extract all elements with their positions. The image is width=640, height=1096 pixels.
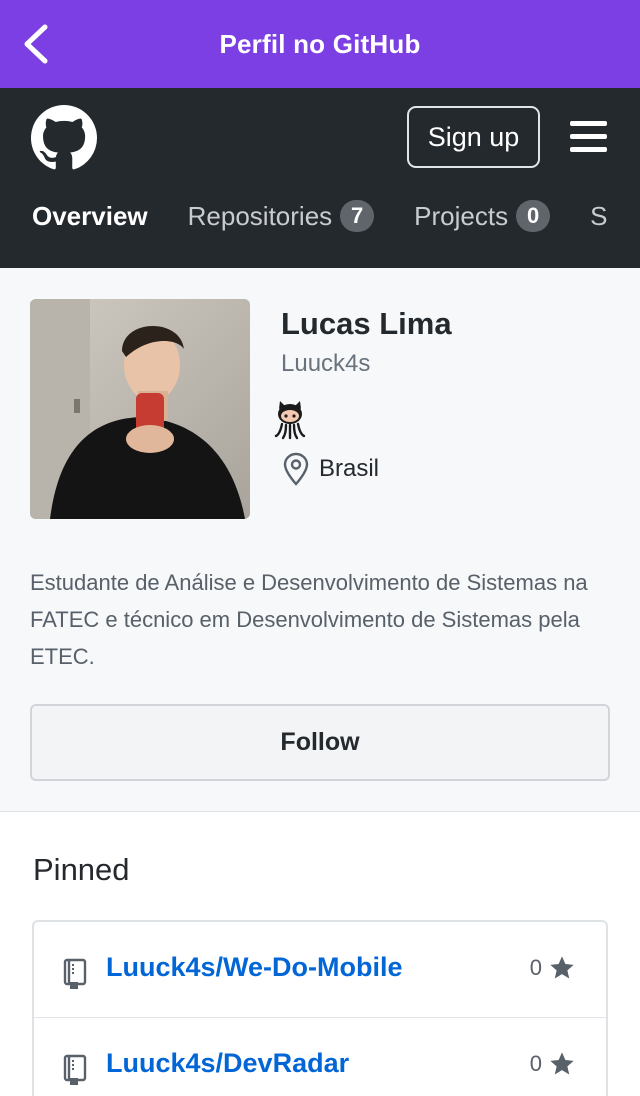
- projects-counter: 0: [516, 200, 551, 232]
- back-arrow-icon: [24, 24, 48, 64]
- profile-name: Lucas Lima: [281, 306, 452, 341]
- star-count: 0: [529, 955, 542, 980]
- star-icon: [550, 1052, 574, 1075]
- sign-up-button[interactable]: Sign up: [407, 106, 540, 168]
- tab-overview[interactable]: Overview: [32, 201, 148, 232]
- pinned-list: Luuck4s/We-Do-Mobile 0 Luuck4s/DevRadar …: [32, 920, 608, 1096]
- profile-login: Luuck4s: [281, 350, 371, 377]
- repo-stars: 0: [530, 954, 576, 982]
- tab-more[interactable]: S: [590, 201, 607, 232]
- tab-repositories[interactable]: Repositories 7: [188, 200, 375, 232]
- repositories-counter: 7: [340, 200, 375, 232]
- repo-link[interactable]: Luuck4s/DevRadar: [106, 1048, 349, 1079]
- octocat-emoji-icon: [274, 401, 306, 440]
- pinned-title: Pinned: [33, 852, 130, 887]
- tab-label: Overview: [32, 200, 148, 231]
- app-bar-title: Perfil no GitHub: [219, 28, 421, 59]
- location-text: Brasil: [319, 455, 380, 482]
- tab-projects[interactable]: Projects 0: [414, 200, 551, 232]
- pinned-repo-item[interactable]: Luuck4s/We-Do-Mobile 0: [34, 922, 606, 1018]
- repo-book-icon: [63, 1054, 87, 1085]
- avatar: [30, 299, 250, 519]
- hamburger-menu-icon[interactable]: [570, 121, 610, 155]
- app-bar: Perfil no GitHub: [0, 0, 640, 88]
- pinned-repo-item[interactable]: Luuck4s/DevRadar 0: [34, 1018, 606, 1096]
- repo-link[interactable]: Luuck4s/We-Do-Mobile: [106, 952, 403, 983]
- location-pin-icon: [283, 452, 309, 486]
- repo-book-icon: [63, 958, 87, 989]
- github-logo-icon[interactable]: [31, 105, 97, 171]
- github-header: Sign up Overview Repositories 7 Projects…: [0, 88, 640, 268]
- star-count: 0: [529, 1051, 542, 1076]
- tab-label: Projects: [414, 200, 509, 231]
- repo-stars: 0: [530, 1050, 576, 1078]
- tab-label: Repositories: [187, 200, 333, 231]
- back-button[interactable]: [10, 18, 62, 70]
- tab-label: S: [590, 200, 608, 231]
- follow-button[interactable]: Follow: [30, 704, 610, 781]
- profile-location: Brasil: [283, 452, 379, 486]
- star-icon: [550, 956, 574, 979]
- profile-tabs: Overview Repositories 7 Projects 0 S: [32, 196, 640, 236]
- profile-bio: Estudante de Análise e Desenvolvimento d…: [30, 570, 588, 669]
- profile-section: Lucas Lima Luuck4s Brasil Estudante de A…: [0, 268, 640, 812]
